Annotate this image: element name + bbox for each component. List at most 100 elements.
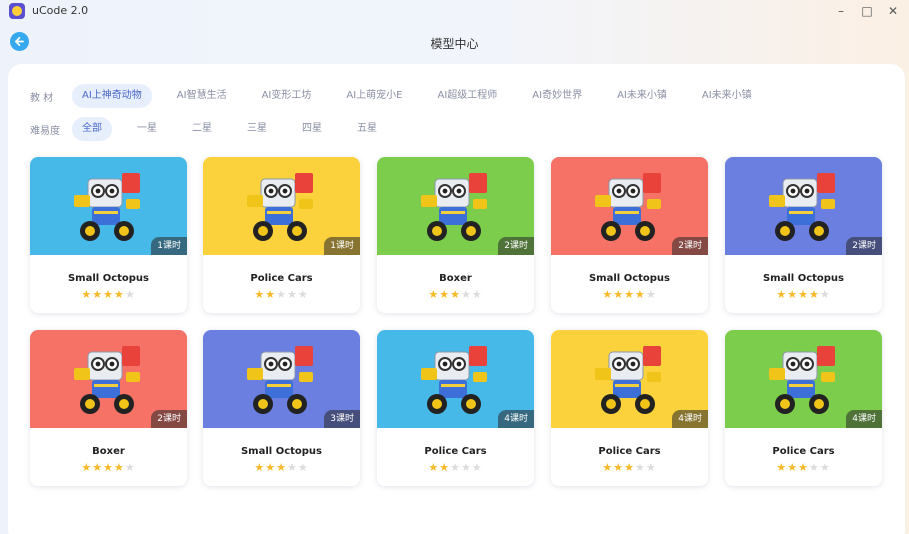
star-filled-icon: ★ xyxy=(602,461,614,474)
star-filled-icon: ★ xyxy=(81,288,93,301)
material-tab-0[interactable]: AI上神奇动物 xyxy=(72,84,152,108)
difficulty-rating: ★★★★★ xyxy=(30,461,187,474)
model-card[interactable]: 3课时 Small Octopus ★★★★★ xyxy=(203,330,360,486)
model-title: Police Cars xyxy=(424,446,487,457)
app-logo-icon xyxy=(9,3,25,19)
material-tab-7[interactable]: AI未来小镇 xyxy=(692,84,762,108)
difficulty-rating: ★★★★★ xyxy=(30,288,187,301)
star-empty-icon: ★ xyxy=(297,461,309,474)
star-filled-icon: ★ xyxy=(276,461,287,474)
model-thumbnail: 2课时 xyxy=(30,330,187,428)
material-tab-1[interactable]: AI智慧生活 xyxy=(167,84,237,108)
robot-model-icon xyxy=(66,165,152,251)
lesson-count-badge: 3课时 xyxy=(324,410,360,428)
robot-model-icon xyxy=(587,165,673,251)
star-filled-icon: ★ xyxy=(254,288,266,301)
star-empty-icon: ★ xyxy=(819,461,831,474)
model-card[interactable]: 4课时 Police Cars ★★★★★ xyxy=(377,330,534,486)
model-card[interactable]: 2课时 Boxer ★★★★★ xyxy=(30,330,187,486)
material-tab-2[interactable]: AI变形工坊 xyxy=(252,84,322,108)
star-filled-icon: ★ xyxy=(613,461,625,474)
model-card[interactable]: 4课时 Police Cars ★★★★★ xyxy=(725,330,882,486)
star-filled-icon: ★ xyxy=(81,461,93,474)
maximize-icon[interactable]: □ xyxy=(858,2,876,20)
model-thumbnail: 2课时 xyxy=(725,157,882,255)
close-icon[interactable]: ✕ xyxy=(884,2,902,20)
page-title: 模型中心 xyxy=(430,37,479,51)
difficulty-rating: ★★★★★ xyxy=(551,461,708,474)
star-filled-icon: ★ xyxy=(602,288,614,301)
lesson-count-badge: 2课时 xyxy=(151,410,187,428)
robot-model-icon xyxy=(66,338,152,424)
material-tab-5[interactable]: AI奇妙世界 xyxy=(522,84,592,108)
star-filled-icon: ★ xyxy=(787,461,799,474)
lesson-count-badge: 4课时 xyxy=(846,410,882,428)
difficulty-tab-2[interactable]: 二星 xyxy=(182,117,222,141)
star-filled-icon: ★ xyxy=(428,461,440,474)
model-title: Boxer xyxy=(439,273,472,284)
material-tab-3[interactable]: AI上萌宠小E xyxy=(336,84,412,108)
star-empty-icon: ★ xyxy=(124,461,136,474)
minimize-icon[interactable]: – xyxy=(832,2,850,20)
difficulty-tab-3[interactable]: 三星 xyxy=(237,117,277,141)
difficulty-filter-label: 难易度 xyxy=(30,125,60,137)
title-bar: uCode 2.0 – □ ✕ xyxy=(0,0,909,22)
lesson-count-badge: 2课时 xyxy=(672,237,708,255)
model-card[interactable]: 2课时 Boxer ★★★★★ xyxy=(377,157,534,313)
lesson-count-badge: 2课时 xyxy=(846,237,882,255)
model-thumbnail: 1课时 xyxy=(30,157,187,255)
window-title: uCode 2.0 xyxy=(32,4,89,17)
star-filled-icon: ★ xyxy=(439,461,451,474)
robot-model-icon xyxy=(761,338,847,424)
material-tab-6[interactable]: AI未来小镇 xyxy=(607,84,677,108)
star-filled-icon: ★ xyxy=(113,461,125,474)
star-filled-icon: ★ xyxy=(103,461,114,474)
star-filled-icon: ★ xyxy=(798,461,809,474)
star-filled-icon: ★ xyxy=(776,461,788,474)
robot-model-icon xyxy=(587,338,673,424)
robot-model-icon xyxy=(761,165,847,251)
difficulty-tab-5[interactable]: 五星 xyxy=(347,117,387,141)
star-filled-icon: ★ xyxy=(798,288,809,301)
star-filled-icon: ★ xyxy=(808,288,820,301)
model-thumbnail: 4课时 xyxy=(725,330,882,428)
robot-model-icon xyxy=(239,338,325,424)
star-filled-icon: ★ xyxy=(265,288,277,301)
star-empty-icon: ★ xyxy=(297,288,309,301)
model-card[interactable]: 4课时 Police Cars ★★★★★ xyxy=(551,330,708,486)
material-tab-4[interactable]: AI超级工程师 xyxy=(428,84,508,108)
difficulty-rating: ★★★★★ xyxy=(725,461,882,474)
model-title: Police Cars xyxy=(250,273,313,284)
model-card[interactable]: 1课时 Police Cars ★★★★★ xyxy=(203,157,360,313)
difficulty-filter-row: 难易度 全部 一星 二星 三星 四星 五星 xyxy=(30,117,402,141)
lesson-count-badge: 4课时 xyxy=(498,410,534,428)
robot-model-icon xyxy=(413,165,499,251)
model-title: Small Octopus xyxy=(762,273,844,284)
model-title: Small Octopus xyxy=(240,446,322,457)
star-filled-icon: ★ xyxy=(624,288,635,301)
difficulty-tab-1[interactable]: 一星 xyxy=(127,117,167,141)
star-empty-icon: ★ xyxy=(634,461,646,474)
difficulty-tab-0[interactable]: 全部 xyxy=(72,117,112,141)
star-empty-icon: ★ xyxy=(286,288,298,301)
model-card[interactable]: 2课时 Small Octopus ★★★★★ xyxy=(551,157,708,313)
star-filled-icon: ★ xyxy=(103,288,114,301)
star-filled-icon: ★ xyxy=(450,288,461,301)
star-filled-icon: ★ xyxy=(613,288,625,301)
star-filled-icon: ★ xyxy=(428,288,440,301)
star-empty-icon: ★ xyxy=(124,288,136,301)
model-thumbnail: 2课时 xyxy=(377,157,534,255)
star-empty-icon: ★ xyxy=(460,288,472,301)
difficulty-tab-4[interactable]: 四星 xyxy=(292,117,332,141)
star-filled-icon: ★ xyxy=(624,461,635,474)
star-filled-icon: ★ xyxy=(439,288,451,301)
star-filled-icon: ★ xyxy=(113,288,125,301)
model-thumbnail: 4课时 xyxy=(377,330,534,428)
star-empty-icon: ★ xyxy=(286,461,298,474)
model-card[interactable]: 2课时 Small Octopus ★★★★★ xyxy=(725,157,882,313)
difficulty-rating: ★★★★★ xyxy=(725,288,882,301)
difficulty-rating: ★★★★★ xyxy=(551,288,708,301)
star-filled-icon: ★ xyxy=(92,288,104,301)
star-filled-icon: ★ xyxy=(92,461,104,474)
model-card[interactable]: 1课时 Small Octopus ★★★★★ xyxy=(30,157,187,313)
